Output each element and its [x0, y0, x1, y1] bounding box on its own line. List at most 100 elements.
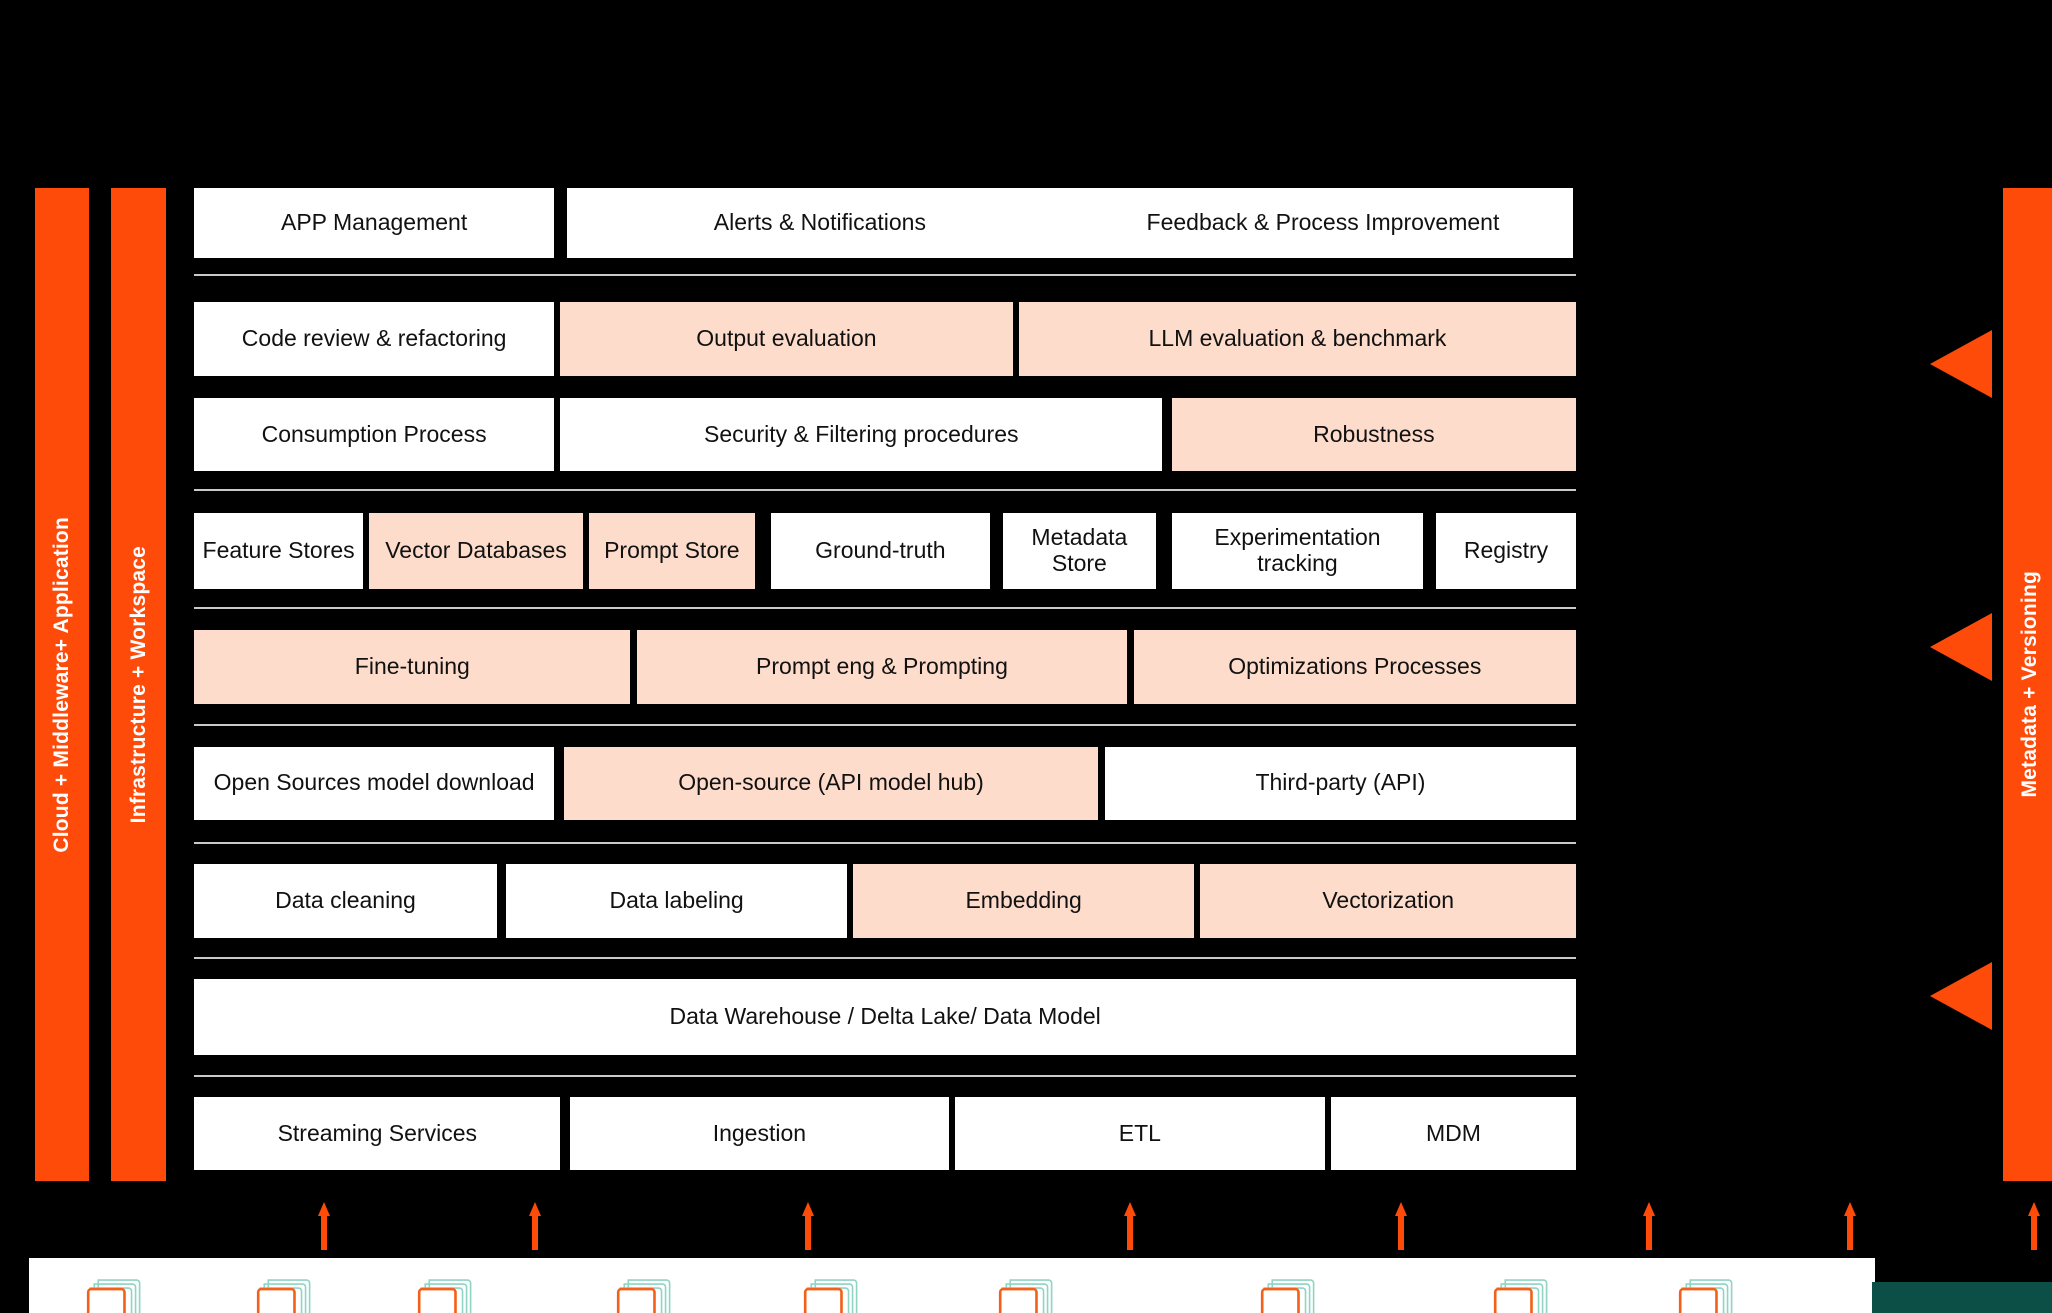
- data-flow-up-arrow-icon: [1642, 1201, 1655, 1253]
- process-box-label: LLM evaluation & benchmark: [1148, 325, 1447, 352]
- document-stack-icon: [84, 1274, 151, 1313]
- process-box[interactable]: Experimentation tracking: [1171, 512, 1424, 590]
- document-stack-icon: [1676, 1274, 1743, 1313]
- process-box-label: Feature Stores: [202, 536, 355, 563]
- source-org-docs[interactable]: Org. Docs: [1473, 1274, 1577, 1313]
- process-box-label: Ingestion: [712, 1119, 807, 1146]
- process-box-label: Vector Databases: [385, 536, 567, 563]
- feedback-arrow-mid: [1929, 612, 1992, 681]
- process-box-label: APP Management: [280, 208, 468, 235]
- arrow-shaft: [1397, 1213, 1404, 1250]
- data-flow-up-arrow-icon: [2028, 1201, 2041, 1253]
- data-flow-up-arrow-icon: [318, 1201, 331, 1253]
- process-box-label: Registry: [1463, 536, 1549, 563]
- source-third-party[interactable]: Third-party: [1654, 1274, 1765, 1313]
- data-flow-up-arrow-icon: [1843, 1201, 1856, 1253]
- process-box[interactable]: Consumption Process: [194, 398, 554, 472]
- process-box[interactable]: Vector Databases: [369, 512, 583, 590]
- source-oracle[interactable]: Oracle: [801, 1274, 869, 1313]
- document-stack-icon: [1679, 1278, 1733, 1313]
- data-flow-up-arrow-icon: [802, 1201, 815, 1253]
- process-box[interactable]: Open-source (API model hub): [563, 746, 1099, 820]
- document-stack-icon: [86, 1278, 141, 1313]
- source-sap[interactable]: SAP: [256, 1274, 311, 1313]
- document-stack-icon: [998, 1278, 1053, 1313]
- layer-separator: [194, 956, 1577, 959]
- process-box[interactable]: Registry: [1435, 512, 1577, 590]
- process-box[interactable]: LLM evaluation & benchmark: [1018, 302, 1577, 376]
- pillar-label: Metadata + Versioning: [2017, 571, 2041, 798]
- arrow-shaft: [2031, 1213, 2038, 1250]
- process-box-label: Feedback & Process Improvement: [1146, 208, 1500, 235]
- document-stack-icon: [256, 1278, 311, 1313]
- process-box[interactable]: Prompt eng & Prompting: [636, 630, 1128, 704]
- process-box-label: Code review & refactoring: [241, 325, 507, 352]
- process-box-label: Prompt Store: [604, 536, 740, 563]
- document-stack-icon: [1258, 1274, 1325, 1313]
- pillar-metadata-versioning: Metadata + Versioning: [2002, 187, 2052, 1182]
- process-box[interactable]: Data Warehouse / Delta Lake/ Data Model: [194, 979, 1577, 1056]
- layer-separator: [194, 1074, 1577, 1077]
- feedback-arrow-bottom: [1929, 961, 1992, 1030]
- process-box[interactable]: Embedding: [853, 864, 1194, 938]
- process-box[interactable]: Streaming Services: [194, 1096, 561, 1171]
- process-box[interactable]: Alerts & Notifications: [566, 187, 1073, 258]
- process-box[interactable]: Optimizations Processes: [1133, 630, 1577, 704]
- document-stack-icon: [1494, 1278, 1548, 1313]
- layer-separator: [194, 724, 1577, 727]
- process-box[interactable]: Ground-truth: [770, 512, 991, 590]
- document-stack-icon: [415, 1274, 482, 1313]
- process-box[interactable]: Data cleaning: [194, 864, 497, 938]
- source-app-feedback[interactable]: App Feedback: [1218, 1274, 1366, 1313]
- process-box[interactable]: Ingestion: [569, 1096, 949, 1171]
- document-stack-icon: [254, 1274, 321, 1313]
- process-box-label: Third-party (API): [1255, 769, 1426, 796]
- pillar-cloud-middleware-application: Cloud + Middleware+ Application: [35, 187, 90, 1182]
- process-box[interactable]: Robustness: [1171, 398, 1577, 472]
- source-telemetry[interactable]: Telemetry: [398, 1274, 498, 1313]
- pillar-label: Infrastructure + Workspace: [126, 545, 150, 824]
- process-box-label: Experimentation tracking: [1214, 524, 1381, 576]
- process-box-label: MDM: [1426, 1119, 1481, 1146]
- arrow-shaft: [1645, 1213, 1652, 1250]
- process-box-label: Ground-truth: [815, 536, 946, 563]
- document-stack-icon: [996, 1274, 1063, 1313]
- process-box[interactable]: Feature Stores: [194, 512, 363, 590]
- data-flow-up-arrow-icon: [1123, 1201, 1136, 1253]
- feedback-arrow-top: [1929, 329, 1992, 398]
- process-box-label: Security & Filtering procedures: [704, 420, 1019, 447]
- process-box-label: Alerts & Notifications: [713, 208, 926, 235]
- process-box[interactable]: APP Management: [194, 187, 554, 258]
- pillar-infrastructure-workspace: Infrastructure + Workspace: [111, 187, 166, 1182]
- process-box[interactable]: MDM: [1330, 1096, 1577, 1171]
- process-box[interactable]: Vectorization: [1200, 864, 1577, 938]
- arrow-shaft: [1846, 1213, 1853, 1250]
- process-box[interactable]: Data labeling: [506, 864, 847, 938]
- document-stack-icon: [1261, 1278, 1315, 1313]
- process-box-label: ETL: [1118, 1119, 1161, 1146]
- process-box[interactable]: Fine-tuning: [194, 630, 631, 704]
- process-box-label: Open Sources model download: [213, 769, 535, 796]
- process-box-label: Output evaluation: [696, 325, 877, 352]
- layer-separator: [194, 606, 1577, 609]
- process-box[interactable]: Metadata Store: [1002, 512, 1156, 590]
- process-box[interactable]: Open Sources model download: [194, 746, 554, 820]
- structured-unstructured-panel: Structured & Unstructured data (Video, I…: [1872, 1281, 2052, 1313]
- source-product-review[interactable]: Product Review: [949, 1274, 1110, 1313]
- data-flow-up-arrow-icon: [528, 1201, 541, 1253]
- process-box-label: Data Warehouse / Delta Lake/ Data Model: [669, 1003, 1101, 1030]
- process-box[interactable]: Security & Filtering procedures: [560, 398, 1163, 472]
- process-box-label: Data cleaning: [275, 887, 416, 914]
- process-box[interactable]: Third-party (API): [1104, 746, 1577, 820]
- process-box[interactable]: Prompt Store: [589, 512, 755, 590]
- process-box[interactable]: Code review & refactoring: [194, 302, 554, 376]
- process-box-label: Metadata Store: [1031, 524, 1128, 576]
- source-social-media-1[interactable]: Social Media: [581, 1274, 713, 1313]
- arrow-shaft: [805, 1213, 812, 1250]
- process-box-label: Open-source (API model hub): [678, 769, 984, 796]
- diagram-canvas: Cloud + Middleware+ Application Infrastru…: [0, 0, 2052, 1313]
- process-box[interactable]: ETL: [955, 1096, 1325, 1171]
- source-clickstream[interactable]: Clickstream: [57, 1274, 177, 1313]
- process-box[interactable]: Output evaluation: [560, 302, 1013, 376]
- process-box[interactable]: Feedback & Process Improvement: [1073, 187, 1573, 258]
